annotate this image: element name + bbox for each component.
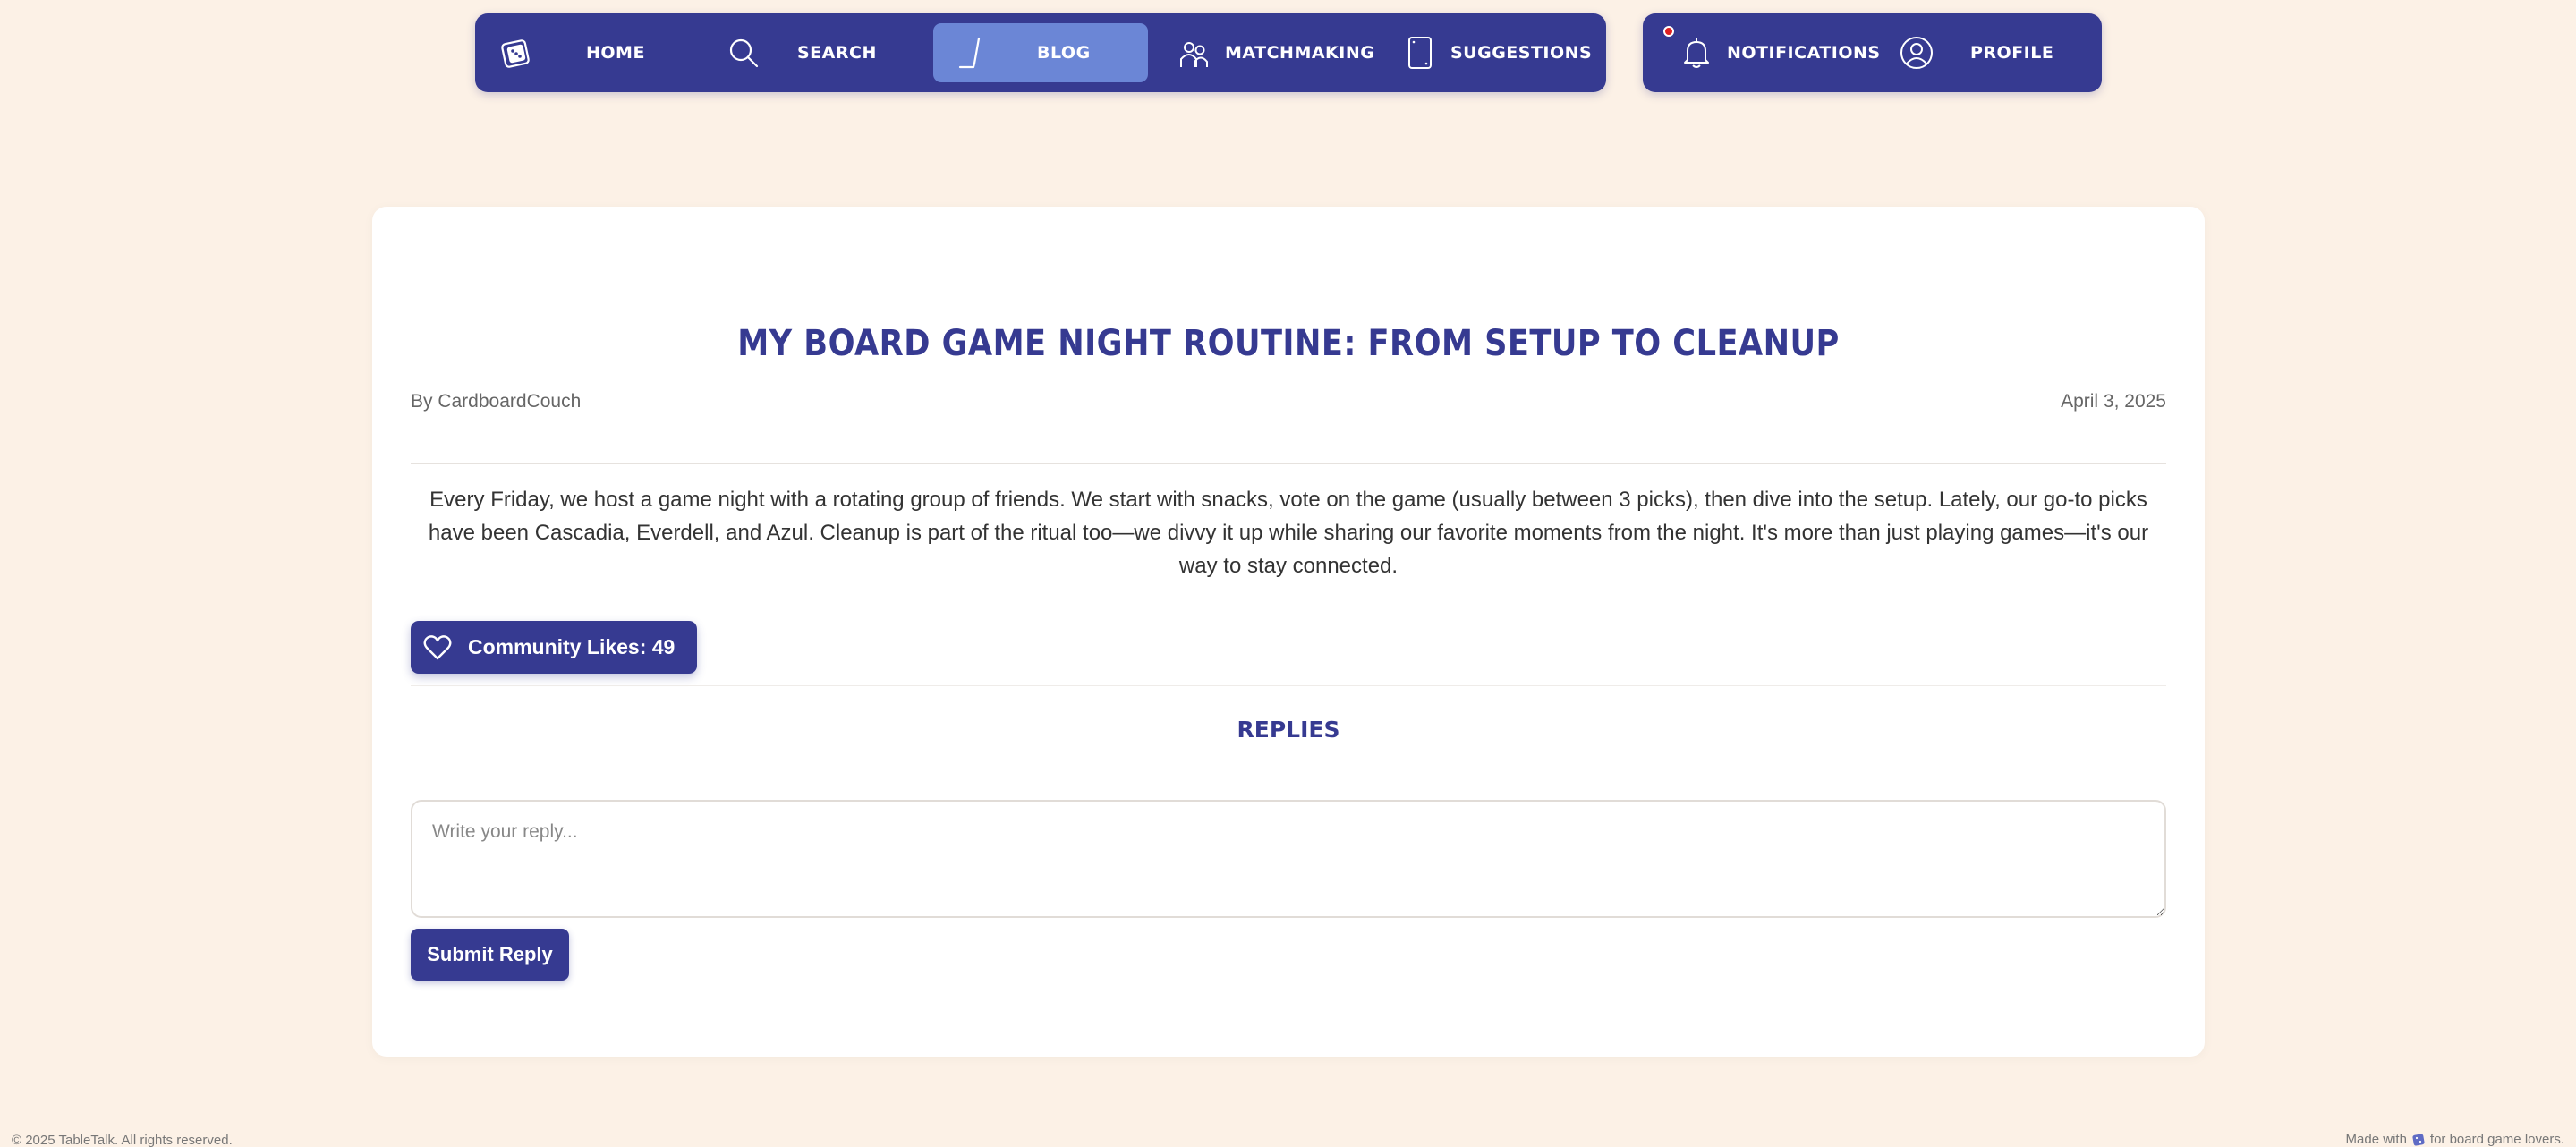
header-divider <box>411 463 2166 464</box>
nav-notifications[interactable]: NOTIFICATIONS <box>1679 23 1893 82</box>
nav-profile[interactable]: PROFILE <box>1899 23 2078 82</box>
footer-made-with-prefix: Made with <box>2345 1132 2407 1147</box>
submit-reply-button[interactable]: Submit Reply <box>411 929 569 981</box>
post-title: MY BOARD GAME NIGHT ROUTINE: FROM SETUP … <box>737 323 1840 364</box>
pen-icon <box>955 35 990 71</box>
replies-heading: REPLIES <box>1237 717 1340 743</box>
post-date: April 3, 2025 <box>2061 391 2166 412</box>
nav-home-label: HOME <box>586 43 645 63</box>
notification-dot <box>1663 26 1674 37</box>
search-icon <box>726 35 761 71</box>
user-navbar: NOTIFICATIONS PROFILE <box>1643 13 2102 92</box>
card-icon <box>1402 35 1438 71</box>
reply-textarea[interactable] <box>411 800 2166 918</box>
nav-home[interactable]: HOME <box>498 23 695 82</box>
dice-icon <box>2411 1133 2426 1147</box>
dice-card-icon <box>498 35 534 71</box>
post-card: MY BOARD GAME NIGHT ROUTINE: FROM SETUP … <box>372 207 2205 1057</box>
nav-profile-label: PROFILE <box>1970 43 2054 63</box>
community-likes-button[interactable]: Community Likes: 49 <box>411 621 697 674</box>
nav-suggestions-label: SUGGESTIONS <box>1450 43 1593 63</box>
nav-blog-label: BLOG <box>1037 43 1091 63</box>
nav-search[interactable]: SEARCH <box>726 23 905 82</box>
footer-made-with-suffix: for board game lovers. <box>2429 1132 2564 1147</box>
post-body: Every Friday, we host a game night with … <box>428 488 2149 578</box>
replies-divider <box>411 685 2166 686</box>
nav-blog[interactable]: BLOG <box>933 23 1148 82</box>
nav-suggestions[interactable]: SUGGESTIONS <box>1402 23 1593 82</box>
main-navbar: HOME SEARCH BLOG MATCHMAKING SUGGESTIONS <box>475 13 1606 92</box>
nav-search-label: SEARCH <box>797 43 877 63</box>
nav-matchmaking-label: MATCHMAKING <box>1225 43 1375 63</box>
community-likes-label: Community Likes: 49 <box>468 635 676 658</box>
footer-made-with: Made with for board game lovers. <box>2346 1133 2564 1147</box>
nav-notifications-label: NOTIFICATIONS <box>1727 43 1881 63</box>
people-icon <box>1177 35 1212 71</box>
post-author: By CardboardCouch <box>411 391 582 412</box>
user-circle-icon <box>1899 35 1934 71</box>
nav-matchmaking[interactable]: MATCHMAKING <box>1177 23 1374 82</box>
bell-icon <box>1679 35 1714 71</box>
heart-icon <box>422 633 453 663</box>
footer-copyright: © 2025 TableTalk. All rights reserved. <box>12 1133 233 1147</box>
